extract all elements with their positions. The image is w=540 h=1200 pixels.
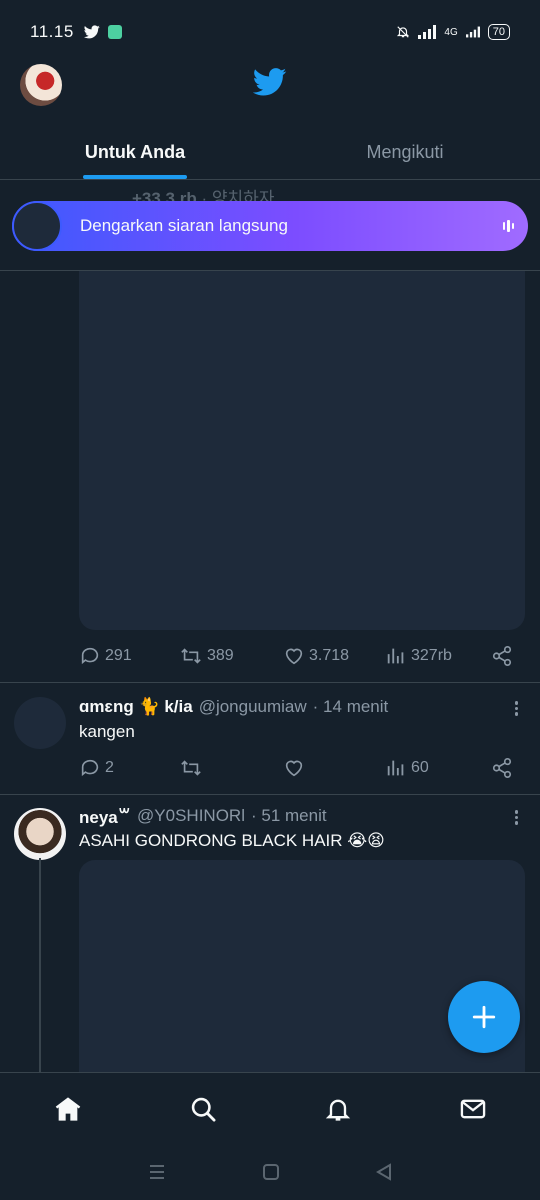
notifications-bell-icon[interactable] — [324, 1095, 352, 1123]
chat-notification-icon — [107, 25, 122, 39]
system-navigation — [0, 1144, 540, 1200]
post2-more-icon[interactable] — [514, 699, 518, 718]
twitter-bird-icon[interactable] — [253, 68, 287, 96]
post3-header: neya꒳ @Y0SHINORl · 51 menit — [79, 806, 327, 828]
live-host-avatar — [12, 201, 62, 251]
retweet-icon — [181, 760, 201, 776]
share-icon — [492, 758, 512, 778]
post3-more-icon[interactable] — [514, 808, 518, 827]
back-triangle-icon[interactable] — [375, 1163, 393, 1181]
status-bar: 11.15 4G 70 — [0, 0, 540, 64]
thread-connector — [39, 858, 41, 1072]
reply-count: 291 — [105, 647, 132, 664]
post-media-image[interactable] — [79, 271, 525, 630]
profile-avatar[interactable] — [20, 64, 62, 106]
retweet-button[interactable]: 389 — [179, 645, 283, 667]
recent-apps-icon[interactable] — [147, 1163, 167, 1181]
reply-button[interactable]: 2 — [79, 757, 179, 779]
signal-icon-2 — [465, 26, 480, 38]
messages-envelope-icon[interactable] — [459, 1095, 487, 1123]
post3-avatar[interactable] — [14, 808, 66, 860]
post3-time: · 51 menit — [250, 806, 327, 825]
divider — [0, 682, 540, 683]
audio-wave-icon — [502, 220, 514, 232]
signal-icon — [418, 25, 437, 39]
post2-header: ɑmɛng 🐈 k/ia @jonguumiaw · 14 menit — [79, 697, 388, 717]
network-type: 4G — [444, 26, 458, 38]
analytics-icon — [387, 648, 404, 664]
analytics-icon — [387, 760, 404, 776]
post2-avatar[interactable] — [14, 697, 66, 749]
heart-icon — [285, 648, 303, 665]
retweet-button[interactable] — [179, 757, 283, 779]
compose-tweet-button[interactable] — [448, 981, 520, 1053]
like-count: 3.718 — [309, 647, 350, 664]
timeline-tabs: Untuk Anda Mengikuti — [0, 128, 540, 180]
live-space-banner[interactable]: Dengarkan siaran langsung — [12, 201, 528, 251]
heart-icon — [285, 760, 303, 777]
retweet-count: 389 — [207, 647, 234, 664]
reply-icon — [81, 759, 99, 777]
reply-button[interactable]: 291 — [79, 645, 179, 667]
post-media-image[interactable] — [79, 860, 525, 1080]
share-icon — [492, 646, 512, 666]
tab-for-you[interactable]: Untuk Anda — [0, 128, 270, 179]
post3-display-name[interactable]: neya꒳ — [79, 806, 131, 828]
views-count: 327rb — [411, 647, 452, 664]
mute-bell-icon — [397, 26, 410, 38]
battery-indicator: 70 — [487, 24, 510, 40]
home-icon[interactable] — [54, 1095, 82, 1123]
search-icon[interactable] — [189, 1095, 217, 1123]
reply-icon — [81, 647, 99, 665]
twitter-notification-icon — [83, 25, 100, 39]
top-bar — [0, 60, 540, 110]
retweet-icon — [181, 648, 201, 664]
home-square-icon[interactable] — [262, 1163, 280, 1181]
like-button[interactable]: 3.718 — [283, 645, 385, 667]
post3-text: ASAHI GONDRONG BLACK HAIR 😭😫 — [79, 831, 385, 850]
post2-handle[interactable]: @jonguumiaw — [199, 697, 307, 717]
like-button[interactable] — [283, 757, 385, 779]
status-time: 11.15 — [30, 22, 74, 41]
plus-icon — [472, 1005, 496, 1029]
divider — [0, 794, 540, 795]
reply-count: 2 — [105, 759, 114, 776]
views-count: 60 — [411, 759, 429, 776]
views-button[interactable]: 60 — [385, 757, 491, 779]
share-button[interactable] — [491, 645, 513, 667]
post2-time: · 14 menit — [312, 697, 389, 716]
live-banner-text: Dengarkan siaran langsung — [80, 216, 288, 235]
tab-following[interactable]: Mengikuti — [270, 128, 540, 179]
share-button[interactable] — [491, 757, 513, 779]
bottom-navigation — [0, 1072, 540, 1144]
post3-handle[interactable]: @Y0SHINORl — [137, 806, 245, 828]
post2-text: kangen — [79, 722, 135, 741]
post1-actions: 291 389 3.718 327rb — [79, 645, 519, 667]
post2-actions: 2 60 — [79, 757, 519, 779]
views-button[interactable]: 327rb — [385, 645, 491, 667]
post2-display-name[interactable]: ɑmɛng 🐈 k/ia — [79, 697, 193, 717]
